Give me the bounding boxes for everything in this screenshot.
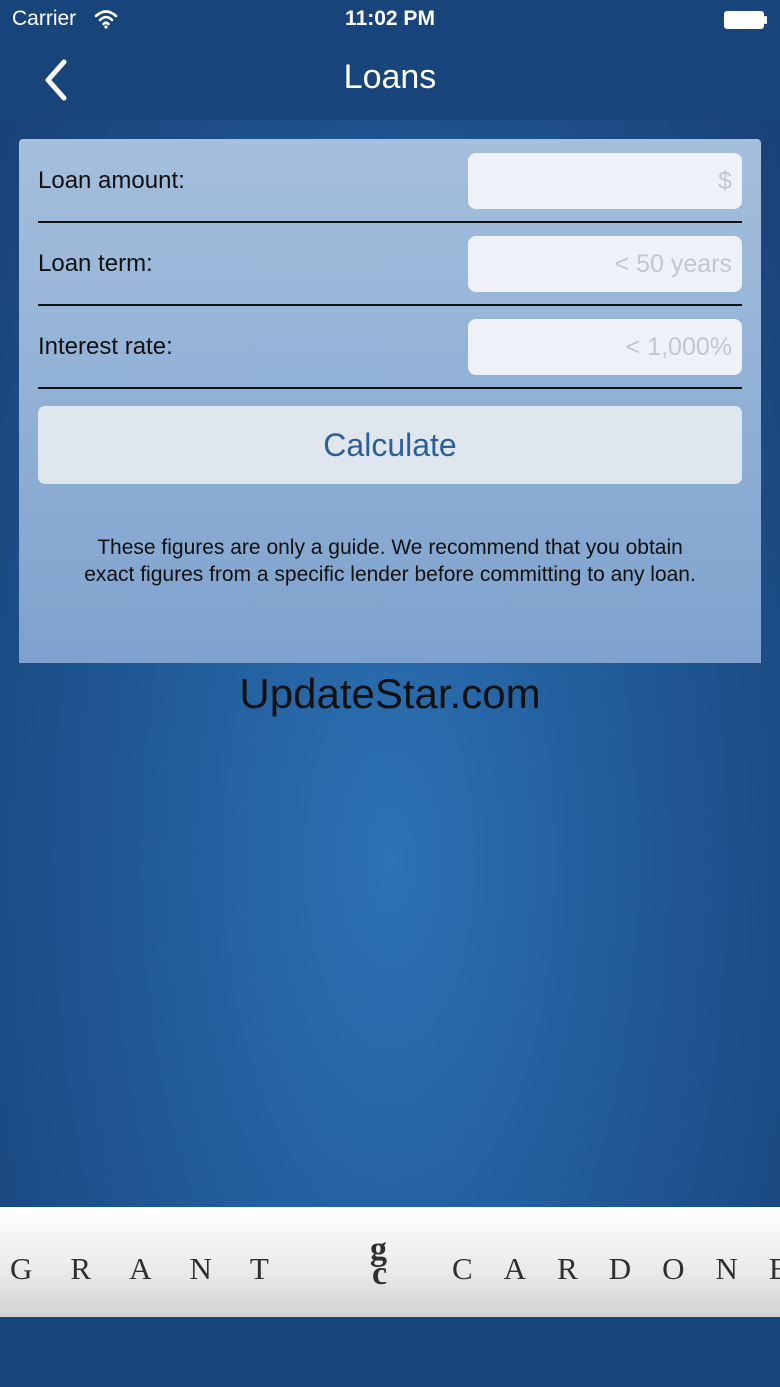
interest-rate-input[interactable] xyxy=(468,319,742,375)
disclaimer-text: These figures are only a guide. We recom… xyxy=(84,536,696,586)
status-time: 11:02 PM xyxy=(345,7,435,30)
battery-icon xyxy=(724,11,768,29)
interest-rate-label: Interest rate: xyxy=(38,333,173,360)
navigation-bar: Loans xyxy=(0,40,780,120)
calculate-button[interactable]: Calculate xyxy=(38,406,742,484)
loan-term-input[interactable] xyxy=(468,236,742,292)
monogram-letter-c: c xyxy=(372,1255,388,1292)
loan-amount-label: Loan amount: xyxy=(38,167,185,194)
footer-brand-last: CARDONE xyxy=(452,1251,780,1286)
bottom-band xyxy=(0,1317,780,1387)
loan-amount-input[interactable] xyxy=(468,153,742,209)
loan-form-card: Loan amount: Loan term: Interest rate: C… xyxy=(19,139,761,663)
footer-brand-first: GRANT xyxy=(10,1251,307,1286)
loan-term-row: Loan term: xyxy=(38,222,742,306)
status-bar: Carrier 11:02 PM xyxy=(0,0,780,40)
loan-amount-row: Loan amount: xyxy=(38,139,742,223)
row-divider xyxy=(38,387,742,389)
loan-term-label: Loan term: xyxy=(38,250,153,277)
page-title: Loans xyxy=(343,58,437,96)
brand-footer-banner: GRANT g c CARDONE xyxy=(0,1207,780,1317)
gc-monogram-logo: g c xyxy=(366,1233,406,1299)
interest-rate-row: Interest rate: xyxy=(38,305,742,389)
watermark-text: UpdateStar.com xyxy=(239,670,541,717)
